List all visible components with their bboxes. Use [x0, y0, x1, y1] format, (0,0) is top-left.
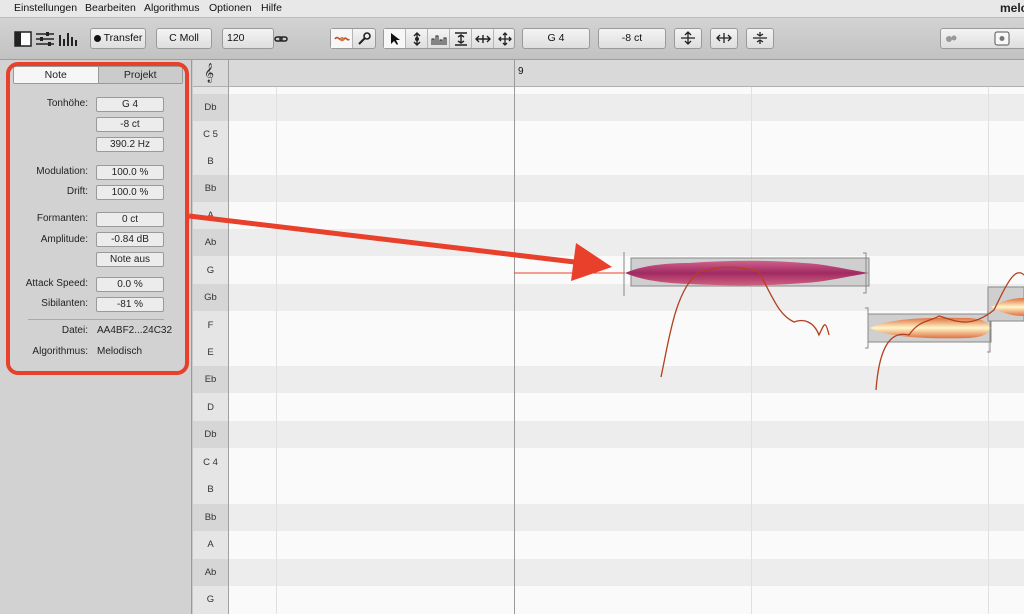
panel-toggle-icon[interactable]: [12, 28, 34, 49]
modulation-field[interactable]: 100.0 %: [96, 165, 164, 180]
quantize-pitch-button[interactable]: [674, 28, 702, 49]
key-label: E: [207, 347, 214, 358]
formants-field[interactable]: 0 ct: [96, 212, 164, 227]
key-selector[interactable]: C Moll: [156, 28, 212, 49]
formant-tool-icon[interactable]: [428, 29, 450, 48]
key-label: Ab: [193, 559, 228, 586]
pitch-readout: G 4: [522, 28, 590, 49]
key-label: C 5: [203, 129, 218, 140]
pointer-tool-icon[interactable]: [384, 29, 406, 48]
key-label: B: [207, 156, 214, 167]
key-label: A: [207, 539, 214, 550]
sibilants-label: Sibilanten:: [41, 298, 88, 309]
menu-options[interactable]: Optionen: [209, 2, 252, 14]
inspector-divider: [28, 319, 164, 320]
formants-label: Formanten:: [36, 213, 88, 224]
amplitude-label: Amplitude:: [40, 234, 88, 245]
key-label: Ab: [193, 229, 228, 256]
pitch-label: Tonhöhe:: [46, 98, 88, 109]
key-label: A: [207, 210, 214, 221]
zoom-slider-icon: [946, 31, 1010, 46]
key-label: Db: [193, 94, 228, 121]
level-bars-icon[interactable]: [57, 28, 79, 49]
quantize-time-button[interactable]: [710, 28, 738, 49]
amplitude-tool-icon[interactable]: [450, 29, 472, 48]
key-label: F: [207, 320, 214, 331]
note-off-button[interactable]: Note aus: [96, 252, 164, 267]
pitch-hz-field[interactable]: 390.2 Hz: [96, 137, 164, 152]
mixer-sliders-icon[interactable]: [34, 28, 56, 49]
drift-label: Drift:: [66, 186, 88, 197]
key-label: C 4: [203, 457, 218, 468]
pitch-note-field[interactable]: G 4: [96, 97, 164, 112]
menu-settings[interactable]: Einstellungen: [14, 2, 77, 14]
key-label: G: [206, 594, 215, 605]
key-label: Gb: [193, 284, 228, 311]
attack-speed-label: Attack Speed:: [25, 278, 88, 289]
snap-button[interactable]: [746, 28, 774, 49]
inspector-tabs: Note Projekt: [13, 66, 183, 84]
transfer-label: Transfer: [103, 32, 143, 44]
move-tool-icon[interactable]: [494, 29, 516, 48]
transfer-button[interactable]: Transfer: [90, 28, 146, 49]
attack-speed-field[interactable]: 0.0 %: [96, 277, 164, 292]
link-icon[interactable]: [272, 28, 290, 49]
key-label: D: [207, 402, 214, 413]
main-tool-group: [330, 28, 376, 49]
key-label: Bb: [193, 175, 228, 202]
drift-field[interactable]: 100.0 %: [96, 185, 164, 200]
main-tool-icon[interactable]: [331, 29, 353, 48]
key-label: G: [206, 265, 215, 276]
note-blob-f[interactable]: [865, 307, 992, 353]
menu-algorithm[interactable]: Algorithmus: [144, 2, 199, 14]
key-label: Db: [193, 421, 228, 448]
modulation-label: Modulation:: [36, 166, 88, 177]
note-blob-g4[interactable]: [623, 252, 870, 296]
cents-readout: -8 ct: [598, 28, 666, 49]
clef-button[interactable]: 𝄞: [193, 60, 228, 87]
time-tool-icon[interactable]: [472, 29, 494, 48]
note-blob-next[interactable]: [987, 286, 1024, 322]
wrench-icon[interactable]: [353, 29, 375, 48]
pitch-tool-icon[interactable]: [406, 29, 428, 48]
file-label: Datei:: [61, 325, 88, 336]
pitch-cents-field[interactable]: -8 ct: [96, 117, 164, 132]
file-value: AA4BF2...24C32: [97, 325, 173, 336]
quantize-pitch-icon: [681, 31, 695, 45]
key-label: B: [207, 484, 214, 495]
toolbar: Transfer C Moll 120 G 4 -8 ct: [0, 18, 1024, 60]
tempo-field[interactable]: 120: [222, 28, 274, 49]
quantize-time-icon: [716, 33, 732, 43]
zoom-slider[interactable]: [940, 28, 1024, 49]
amplitude-field[interactable]: -0.84 dB: [96, 232, 164, 247]
app-logo: melo: [999, 1, 1024, 15]
tab-project[interactable]: Projekt: [97, 67, 182, 83]
tab-note[interactable]: Note: [14, 67, 98, 83]
menu-help[interactable]: Hilfe: [261, 2, 282, 14]
menu-edit[interactable]: Bearbeiten: [85, 2, 136, 14]
algorithm-value: Melodisch: [97, 346, 143, 357]
key-label: Eb: [193, 366, 228, 393]
note-inspector: Note Projekt Tonhöhe: G 4 -8 ct 390.2 Hz…: [0, 60, 192, 614]
algorithm-label: Algorithmus:: [32, 346, 88, 357]
notes-layer: [514, 252, 1024, 391]
snap-icon: [753, 32, 767, 44]
treble-clef-icon: 𝄞: [204, 63, 215, 83]
sibilants-field[interactable]: -81 %: [96, 297, 164, 312]
record-dot-icon: [93, 34, 101, 42]
piano-keys: 𝄞 Db C 5 B Bb A Ab G Gb F E Eb D Db C 4 …: [193, 60, 229, 614]
edit-tools-group: [383, 28, 515, 49]
note-editor-grid[interactable]: 9: [229, 60, 1024, 614]
key-label: Bb: [193, 504, 228, 531]
menu-bar: Einstellungen Bearbeiten Algorithmus Opt…: [0, 0, 1024, 18]
